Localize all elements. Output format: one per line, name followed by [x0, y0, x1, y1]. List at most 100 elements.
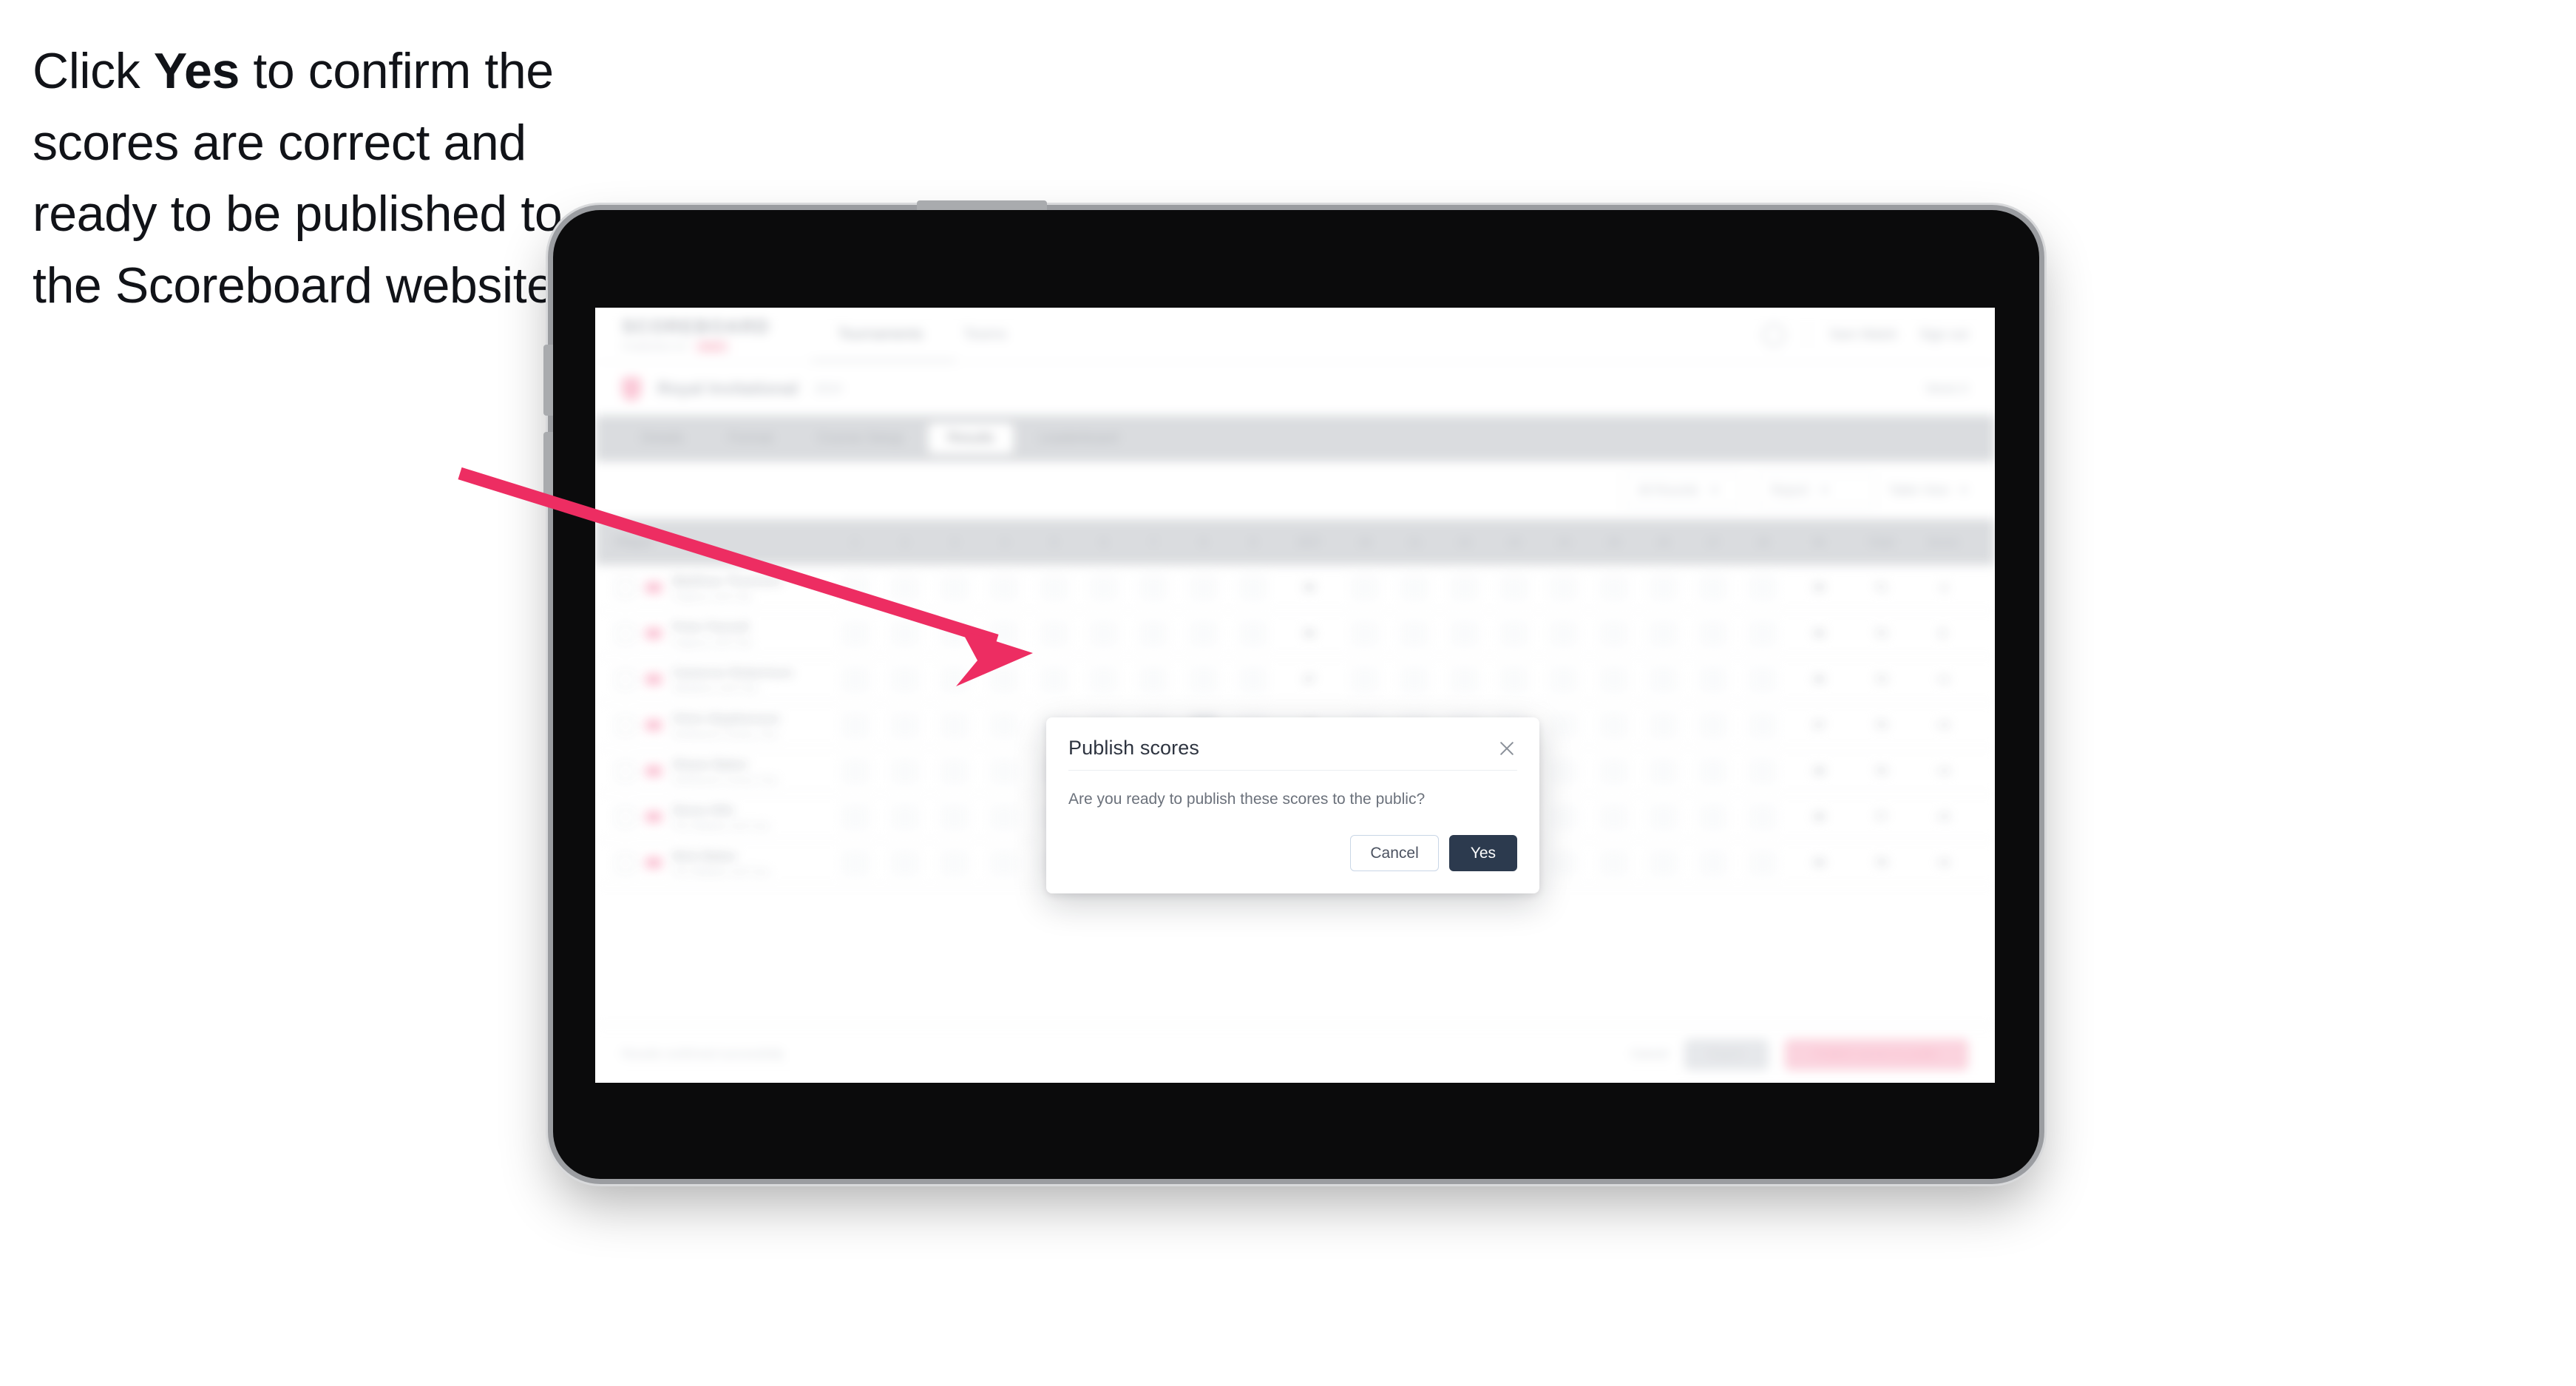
score-input[interactable]	[1352, 621, 1379, 646]
score-cell[interactable]	[1738, 713, 1788, 737]
score-input[interactable]	[891, 575, 918, 600]
score-cell[interactable]	[930, 667, 980, 692]
score-input[interactable]	[1550, 713, 1578, 737]
score-cell[interactable]	[1440, 621, 1489, 646]
volume-up-button[interactable]	[543, 345, 553, 416]
score-cell[interactable]	[1228, 621, 1278, 646]
score-cell[interactable]	[1539, 621, 1589, 646]
score-input[interactable]	[1401, 667, 1428, 692]
score-cell[interactable]	[1539, 759, 1589, 783]
score-input[interactable]	[841, 805, 869, 829]
score-input[interactable]	[1040, 575, 1068, 600]
score-input[interactable]	[841, 575, 869, 600]
score-input[interactable]	[941, 759, 969, 783]
score-cell[interactable]	[1589, 851, 1638, 875]
score-input[interactable]	[841, 851, 869, 875]
score-cell[interactable]	[980, 575, 1029, 600]
score-input[interactable]	[1451, 667, 1478, 692]
export-button[interactable]: Export	[1684, 1038, 1769, 1070]
score-cell[interactable]	[1738, 575, 1788, 600]
score-cell[interactable]	[830, 667, 880, 692]
row-select-checkbox[interactable]	[616, 578, 635, 598]
score-cell[interactable]	[1738, 851, 1788, 875]
score-input[interactable]	[941, 713, 969, 737]
score-input[interactable]	[1190, 667, 1217, 692]
score-cell[interactable]	[1539, 805, 1589, 829]
signout-link[interactable]: Sign out	[1919, 327, 1968, 342]
score-input[interactable]	[891, 667, 918, 692]
score-input[interactable]	[1700, 621, 1727, 646]
score-cell[interactable]	[1079, 667, 1128, 692]
score-cell[interactable]	[1029, 575, 1079, 600]
score-cell[interactable]	[1638, 621, 1688, 646]
score-input[interactable]	[1749, 621, 1777, 646]
score-cell[interactable]	[830, 805, 880, 829]
score-cell[interactable]	[1390, 575, 1440, 600]
score-input[interactable]	[1749, 805, 1777, 829]
score-cell[interactable]	[1638, 667, 1688, 692]
score-cell[interactable]	[1638, 713, 1688, 737]
table-view-filter[interactable]: Table View	[1888, 483, 1968, 498]
score-input[interactable]	[891, 621, 918, 646]
score-cell[interactable]	[830, 851, 880, 875]
score-input[interactable]	[991, 621, 1018, 646]
score-cell[interactable]	[1738, 805, 1788, 829]
score-input[interactable]	[1650, 575, 1677, 600]
score-input[interactable]	[1550, 621, 1578, 646]
score-cell[interactable]	[1738, 621, 1788, 646]
score-cell[interactable]	[880, 805, 929, 829]
score-input[interactable]	[991, 575, 1018, 600]
score-cell[interactable]	[1539, 667, 1589, 692]
score-input[interactable]	[1091, 621, 1118, 646]
score-input[interactable]	[991, 713, 1018, 737]
score-cell[interactable]	[1340, 667, 1390, 692]
score-input[interactable]	[1700, 667, 1727, 692]
score-input[interactable]	[1501, 575, 1528, 600]
score-input[interactable]	[1650, 851, 1677, 875]
score-cell[interactable]	[1489, 575, 1539, 600]
score-cell[interactable]	[1129, 667, 1179, 692]
score-cell[interactable]	[930, 713, 980, 737]
score-input[interactable]	[1650, 713, 1677, 737]
score-input[interactable]	[1190, 575, 1217, 600]
score-input[interactable]	[991, 667, 1018, 692]
score-input[interactable]	[1749, 713, 1777, 737]
score-input[interactable]	[1650, 621, 1677, 646]
score-cell[interactable]	[880, 713, 929, 737]
score-cell[interactable]	[1179, 667, 1228, 692]
score-input[interactable]	[1550, 759, 1578, 783]
score-input[interactable]	[1550, 575, 1578, 600]
score-cell[interactable]	[1390, 667, 1440, 692]
bell-icon[interactable]	[1762, 323, 1785, 346]
score-input[interactable]	[1550, 667, 1578, 692]
score-cell[interactable]	[930, 805, 980, 829]
round-filter[interactable]: All Rounds	[1622, 474, 1743, 507]
score-cell[interactable]	[1589, 805, 1638, 829]
report-filter[interactable]: Report	[1755, 474, 1876, 507]
row-select-checkbox[interactable]	[616, 669, 635, 689]
score-cell[interactable]	[1340, 575, 1390, 600]
score-input[interactable]	[1650, 759, 1677, 783]
score-cell[interactable]	[880, 851, 929, 875]
score-cell[interactable]	[1539, 575, 1589, 600]
score-input[interactable]	[1600, 851, 1627, 875]
score-cell[interactable]	[1539, 713, 1589, 737]
confirm-yes-button[interactable]: Yes	[1448, 835, 1517, 872]
score-input[interactable]	[1749, 667, 1777, 692]
score-cell[interactable]	[930, 575, 980, 600]
score-input[interactable]	[1140, 575, 1167, 600]
score-cell[interactable]	[1489, 621, 1539, 646]
score-cell[interactable]	[1589, 575, 1638, 600]
score-cell[interactable]	[1589, 713, 1638, 737]
score-input[interactable]	[941, 575, 969, 600]
score-input[interactable]	[1550, 805, 1578, 829]
score-input[interactable]	[841, 713, 869, 737]
score-cell[interactable]	[980, 713, 1029, 737]
score-cell[interactable]	[1228, 667, 1278, 692]
score-input[interactable]	[1600, 805, 1627, 829]
score-input[interactable]	[1650, 805, 1677, 829]
tab-format[interactable]: Format	[709, 423, 792, 454]
score-input[interactable]	[1600, 575, 1627, 600]
score-input[interactable]	[1600, 667, 1627, 692]
score-input[interactable]	[991, 805, 1018, 829]
